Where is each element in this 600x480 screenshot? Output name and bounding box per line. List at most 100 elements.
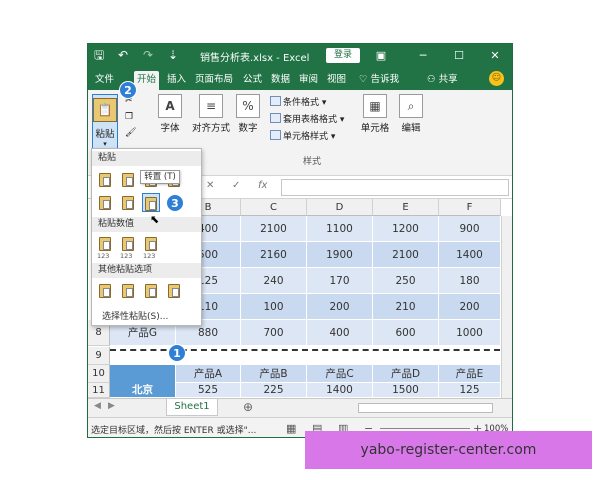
cell-styles-button[interactable]: 单元格样式 ▾: [270, 129, 335, 142]
table-cell[interactable]: 2160: [241, 242, 307, 268]
row-header-11[interactable]: 11: [88, 383, 110, 398]
customize-quick-access-icon[interactable]: ⇣: [168, 48, 178, 62]
table-cell[interactable]: 1400: [307, 383, 373, 398]
table-cell[interactable]: 1200: [373, 216, 439, 242]
normal-view-icon[interactable]: ▦: [286, 422, 296, 435]
table-cell[interactable]: 产品B: [241, 365, 307, 383]
tab-share[interactable]: ⚇ 共享: [424, 71, 461, 90]
format-painter-icon[interactable]: 🖌: [125, 128, 136, 138]
paste-icon[interactable]: [96, 170, 114, 189]
table-cell[interactable]: 170: [307, 268, 373, 294]
tab-file[interactable]: 文件: [92, 71, 117, 90]
values-number-format-icon[interactable]: [119, 234, 137, 253]
table-cell[interactable]: 1400: [439, 242, 501, 268]
table-cell[interactable]: 产品E: [439, 365, 501, 383]
table-cell[interactable]: 产品C: [307, 365, 373, 383]
add-sheet-button[interactable]: ⊕: [243, 400, 253, 414]
table-cell[interactable]: 200: [307, 294, 373, 320]
paste-values-icon[interactable]: [96, 234, 114, 253]
values-source-format-icon[interactable]: [142, 234, 160, 253]
table-cell[interactable]: 1900: [307, 242, 373, 268]
table-cell[interactable]: 900: [439, 216, 501, 242]
table-cell[interactable]: 北京: [110, 383, 176, 398]
clipboard-icon: 📋: [93, 98, 117, 122]
tab-view[interactable]: 视图: [324, 71, 349, 90]
table-cell[interactable]: 100: [241, 294, 307, 320]
table-cell[interactable]: 2100: [241, 216, 307, 242]
tab-insert[interactable]: 插入: [164, 71, 189, 90]
editing-button[interactable]: ⌕ 编辑: [394, 94, 428, 134]
alignment-button[interactable]: ≡ 对齐方式: [189, 94, 233, 134]
table-cell[interactable]: 250: [373, 268, 439, 294]
paste-link-icon[interactable]: [119, 281, 137, 300]
minimize-button[interactable]: ─: [414, 47, 432, 65]
table-cell[interactable]: 525: [176, 383, 241, 398]
row-header-10[interactable]: 10: [88, 365, 110, 383]
cancel-icon[interactable]: ✕: [206, 180, 214, 191]
no-borders-icon[interactable]: [96, 193, 114, 212]
formatting-icon[interactable]: [96, 281, 114, 300]
scroll-left-icon[interactable]: ◀: [94, 401, 101, 411]
paste-special-item[interactable]: 选择性粘贴(S)...: [102, 309, 168, 322]
horizontal-scrollbar[interactable]: [358, 403, 493, 413]
smiley-feedback-icon[interactable]: ☺: [489, 71, 504, 86]
restore-button[interactable]: ☐: [450, 47, 468, 65]
tell-me-label: 告诉我: [370, 74, 400, 85]
tab-formulas[interactable]: 公式: [240, 71, 265, 90]
column-header-f[interactable]: F: [439, 199, 501, 216]
scroll-right-icon[interactable]: ▶: [108, 401, 115, 411]
tab-data[interactable]: 数据: [268, 71, 293, 90]
format-as-table-button[interactable]: 套用表格格式 ▾: [270, 112, 344, 125]
vertical-scrollbar[interactable]: [501, 216, 512, 398]
table-cell[interactable]: 600: [373, 320, 439, 346]
table-cell[interactable]: 180: [439, 268, 501, 294]
tab-page-layout[interactable]: 页面布局: [192, 71, 236, 90]
sheet-tab-sheet1[interactable]: Sheet1: [166, 399, 218, 416]
column-header-d[interactable]: D: [307, 199, 373, 216]
number-button[interactable]: % 数字: [235, 94, 261, 134]
save-icon[interactable]: 🖫: [94, 48, 104, 62]
column-header-c[interactable]: C: [241, 199, 307, 216]
table-cell[interactable]: 225: [241, 383, 307, 398]
table-cell[interactable]: 2100: [373, 242, 439, 268]
table-cell[interactable]: 1100: [307, 216, 373, 242]
tab-home[interactable]: 开始: [134, 71, 160, 90]
linked-picture-icon[interactable]: [165, 281, 183, 300]
keep-column-widths-icon[interactable]: [119, 193, 137, 212]
close-button[interactable]: ✕: [486, 47, 504, 65]
column-header-e[interactable]: E: [373, 199, 439, 216]
table-cell[interactable]: 产品D: [373, 365, 439, 383]
tab-tell-me[interactable]: ♡ 告诉我: [356, 71, 402, 90]
insert-function-icon[interactable]: fx: [258, 180, 267, 191]
copy-icon[interactable]: ❐: [125, 112, 133, 122]
table-cell[interactable]: 产品A: [176, 365, 241, 383]
table-cell[interactable]: 700: [241, 320, 307, 346]
enter-icon[interactable]: ✓: [232, 180, 240, 191]
table-cell[interactable]: 125: [439, 383, 501, 398]
zoom-slider[interactable]: [380, 428, 470, 429]
redo-icon[interactable]: ↷: [143, 48, 153, 62]
table-cell[interactable]: 240: [241, 268, 307, 294]
table-cell[interactable]: 400: [307, 320, 373, 346]
picture-icon[interactable]: [142, 281, 160, 300]
styles-group-label: 样式: [303, 157, 322, 167]
paste-formulas-icon[interactable]: [119, 170, 137, 189]
cells-button[interactable]: ▦ 单元格: [358, 94, 392, 134]
undo-icon[interactable]: ↶: [118, 48, 128, 62]
paste-button[interactable]: 📋 粘贴 ▾: [92, 94, 118, 152]
table-cell[interactable]: 210: [373, 294, 439, 320]
row-header-9[interactable]: 9: [88, 347, 110, 365]
table-cell[interactable]: 1500: [373, 383, 439, 398]
table-cell[interactable]: 200: [439, 294, 501, 320]
conditional-format-icon: [270, 96, 281, 106]
login-button[interactable]: 登录: [326, 48, 360, 63]
font-button[interactable]: A 字体: [156, 94, 184, 134]
search-icon: ⌕: [399, 94, 423, 118]
tab-review[interactable]: 审阅: [296, 71, 321, 90]
formula-input[interactable]: [281, 179, 509, 196]
ribbon-display-icon[interactable]: ▣: [372, 47, 390, 65]
conditional-format-button[interactable]: 条件格式 ▾: [270, 95, 326, 108]
transpose-icon[interactable]: [142, 193, 160, 212]
table-cell[interactable]: 1000: [439, 320, 501, 346]
user-icon: ⚇: [427, 74, 436, 85]
